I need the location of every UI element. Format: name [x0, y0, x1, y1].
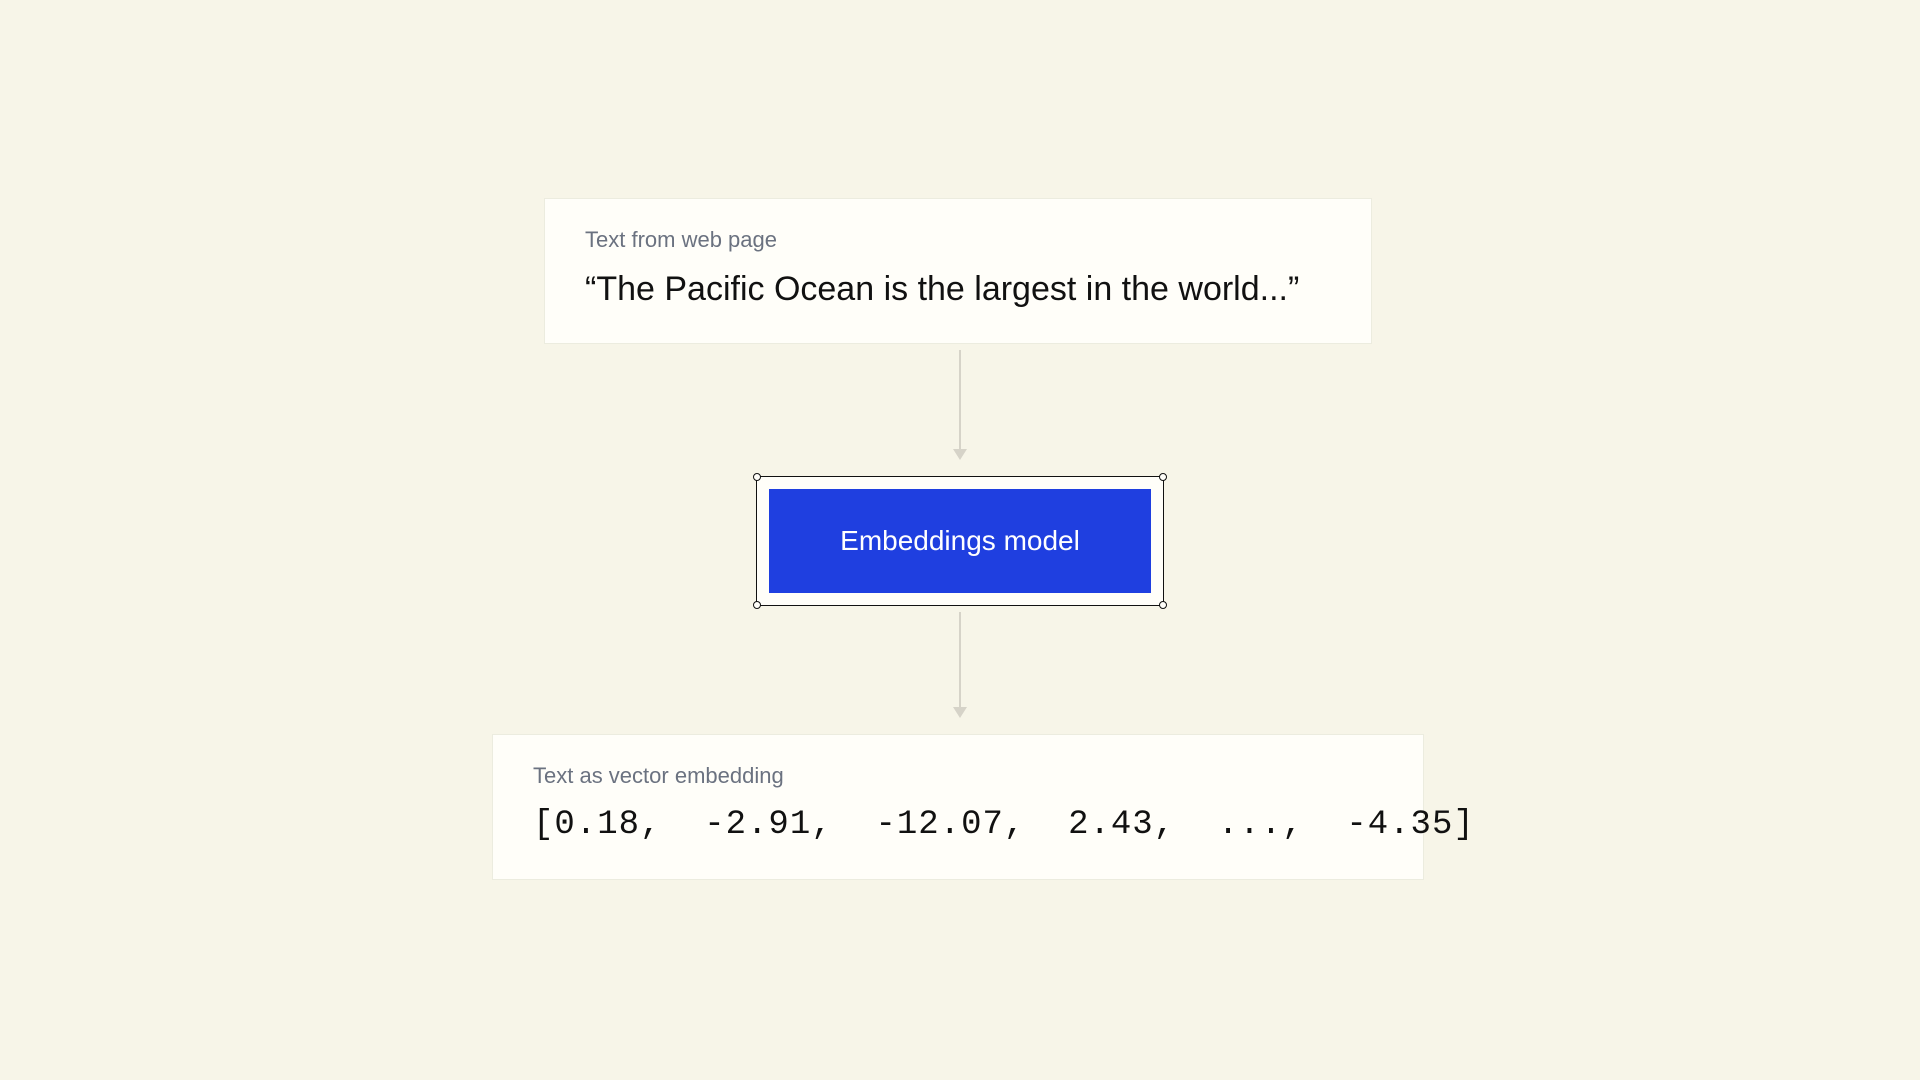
model-label: Embeddings model — [840, 525, 1080, 557]
input-label: Text from web page — [585, 227, 1331, 253]
embeddings-model-node: Embeddings model — [756, 476, 1164, 606]
arrow-down-icon — [953, 612, 967, 718]
embeddings-diagram: Text from web page “The Pacific Ocean is… — [232, 132, 1688, 948]
selection-handle-icon — [1159, 601, 1167, 609]
output-label: Text as vector embedding — [533, 763, 1383, 789]
input-text: “The Pacific Ocean is the largest in the… — [585, 267, 1331, 311]
input-text-card: Text from web page “The Pacific Ocean is… — [544, 198, 1372, 344]
arrow-down-icon — [953, 350, 967, 460]
selection-handle-icon — [753, 601, 761, 609]
selection-handle-icon — [1159, 473, 1167, 481]
model-box: Embeddings model — [769, 489, 1151, 593]
output-vector: [0.18, -2.91, -12.07, 2.43, ..., -4.35] — [533, 803, 1383, 847]
selection-handle-icon — [753, 473, 761, 481]
output-vector-card: Text as vector embedding [0.18, -2.91, -… — [492, 734, 1424, 880]
